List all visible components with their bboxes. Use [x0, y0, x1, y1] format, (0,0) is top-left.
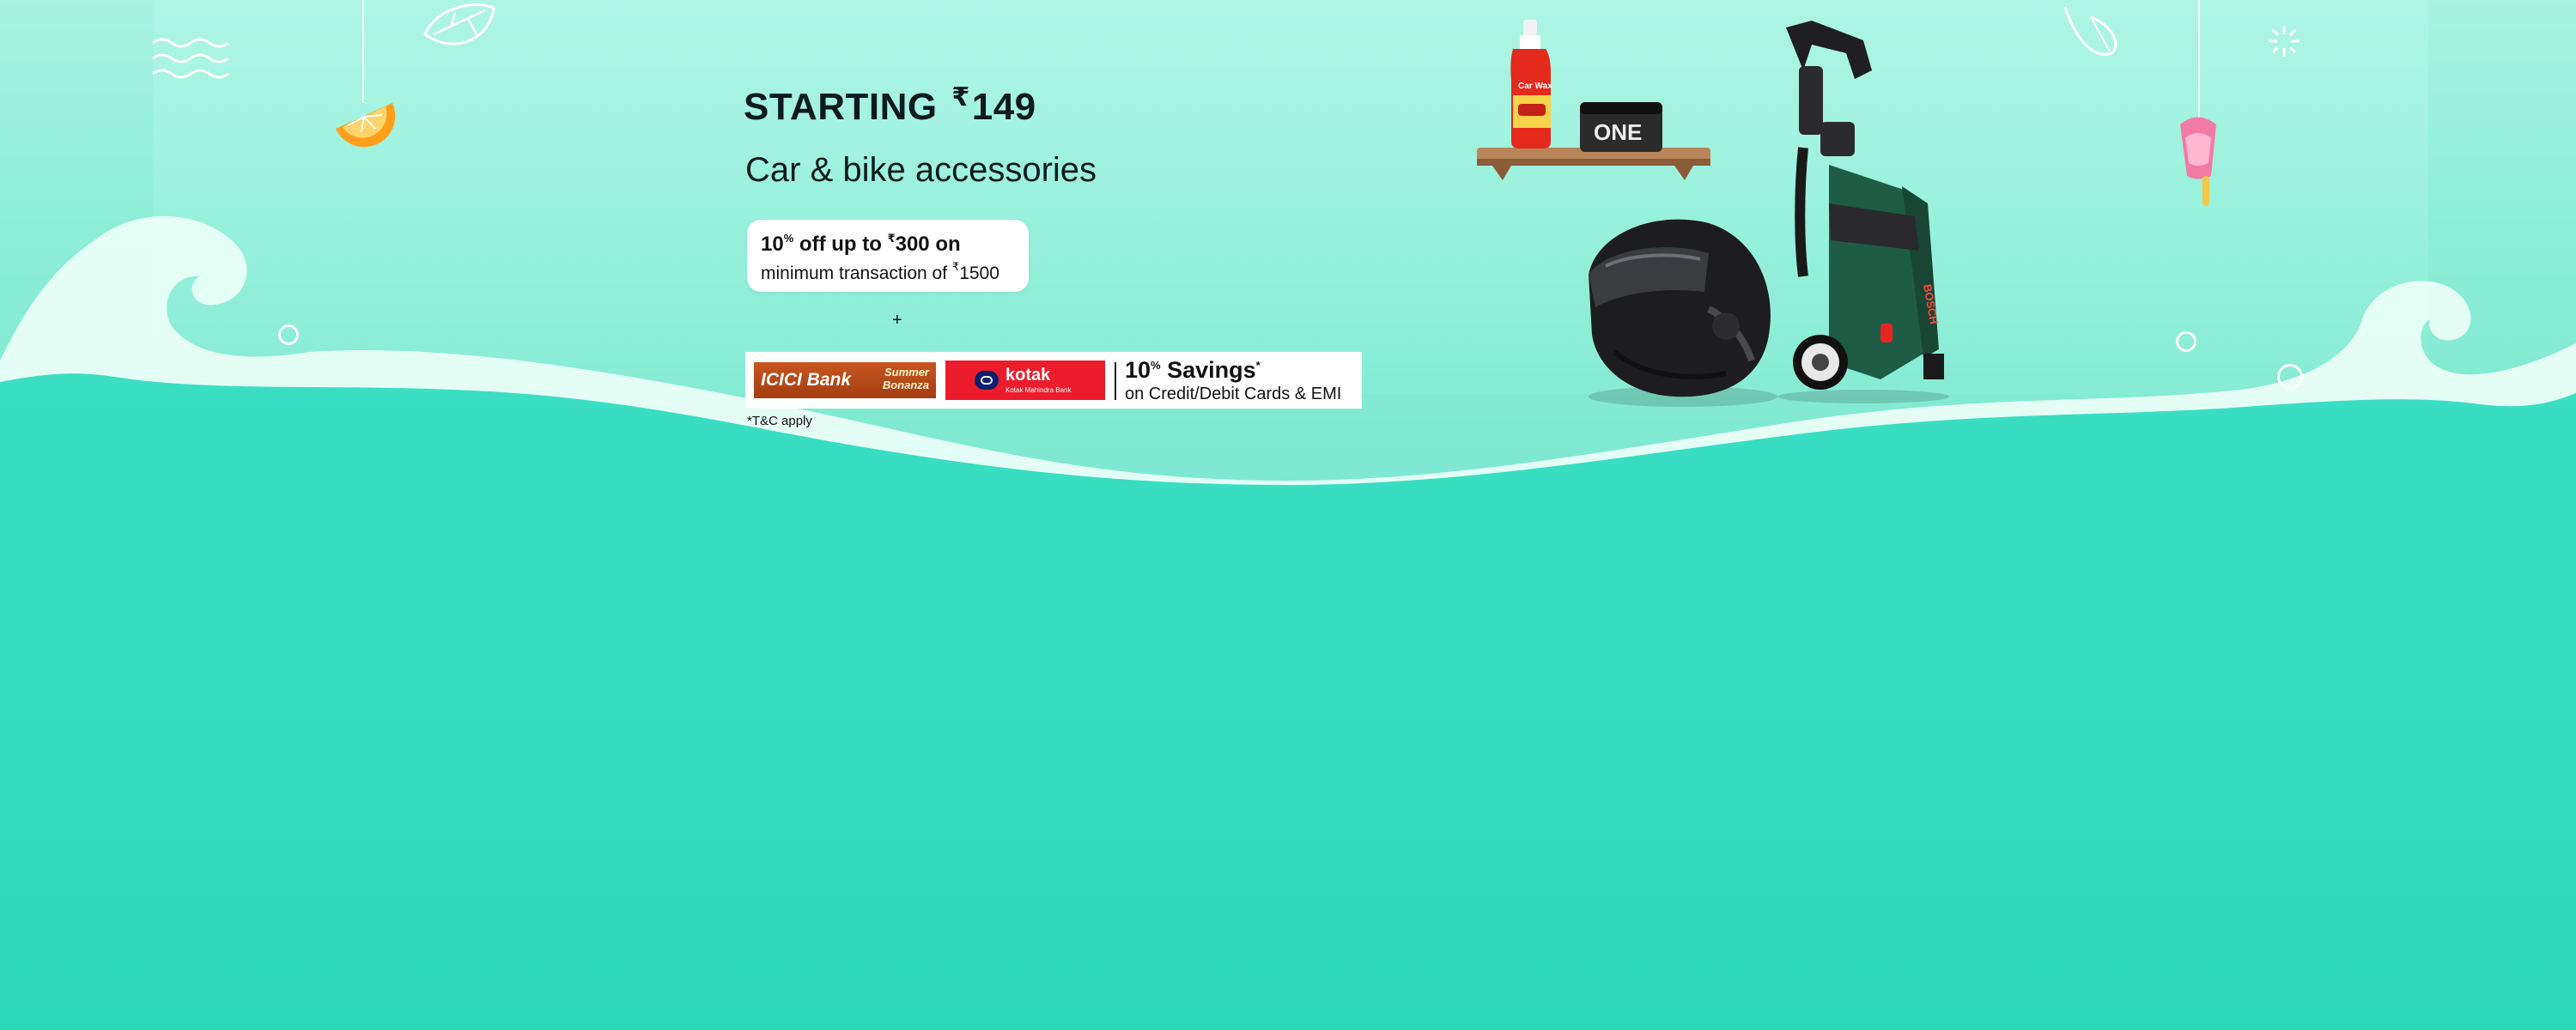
icici-bank-logo: ICICI Bank Summer Bonanza: [754, 362, 936, 398]
savings-word: Savings: [1160, 357, 1256, 383]
offer-line1-mid: off up to: [793, 233, 888, 256]
savings-title: 10% Savings*: [1125, 357, 1261, 384]
headline: STARTING ₹149: [744, 82, 1036, 129]
kotak-mark-icon: [975, 371, 999, 390]
savings-percent-sign: %: [1151, 359, 1161, 372]
headline-amount: 149: [971, 86, 1036, 128]
offer-line-1: 10% off up to ₹300 on: [761, 232, 1015, 257]
plus-sign: +: [892, 311, 902, 330]
terms-note: *T&C apply: [747, 414, 812, 428]
kotak-bank-logo: kotak Kotak Mahindra Bank: [945, 360, 1105, 400]
divider: [1115, 362, 1116, 400]
popsicle-icon: [2180, 0, 2216, 206]
headline-prefix: STARTING: [744, 86, 938, 128]
category-title: Car & bike accessories: [745, 151, 1097, 189]
offer-percent-sign: %: [783, 232, 794, 245]
svg-text:ONE: ONE: [1594, 119, 1642, 145]
offer-line2-prefix: minimum transaction of: [761, 264, 952, 283]
sea-body: [0, 373, 2576, 1030]
promo-banner[interactable]: Car Wax ONE BOSCH STARTING ₹149 Car & bi…: [0, 0, 2576, 1030]
offer-min-amount: 1500: [959, 264, 999, 283]
svg-text:Car Wax: Car Wax: [1518, 82, 1552, 91]
wave-lines-icon: [152, 38, 229, 79]
offer-currency: ₹: [887, 232, 896, 245]
sparkle-icon: [2269, 26, 2300, 57]
ring-bubble-icon: [2277, 364, 2303, 390]
icici-bank-name: ICICI Bank: [761, 370, 852, 390]
offer-percent: 10: [761, 233, 784, 256]
car-care-shelf-image: Car Wax ONE: [1477, 20, 1710, 180]
kotak-bank-name: kotak: [1005, 366, 1051, 385]
ice-cream-cone-icon: [2063, 6, 2117, 56]
offer-line-2: minimum transaction of ₹1500: [761, 260, 1015, 284]
offer-line2-currency: ₹: [951, 260, 960, 273]
leaf-icon: [423, 3, 495, 45]
offer-card: 10% off up to ₹300 on minimum transactio…: [747, 220, 1029, 292]
savings-subtitle: on Credit/Debit Cards & EMI: [1125, 385, 1342, 403]
icici-bonanza-label: Summer Bonanza: [882, 366, 929, 391]
kotak-bank-subtitle: Kotak Mahindra Bank: [1005, 386, 1072, 394]
ring-bubble-icon: [278, 324, 299, 345]
currency-symbol: ₹: [951, 83, 970, 112]
savings-asterisk: *: [1255, 359, 1261, 372]
savings-percent: 10: [1125, 357, 1151, 383]
pressure-washer-image: BOSCH: [1777, 21, 1949, 403]
orange-slice-icon: [336, 0, 396, 148]
bank-offer-strip: ICICI Bank Summer Bonanza kotak Kotak Ma…: [745, 352, 1362, 409]
offer-line1-suffix: on: [929, 233, 961, 256]
ring-bubble-icon: [2176, 331, 2196, 352]
offer-cap-amount: 300: [895, 233, 930, 256]
